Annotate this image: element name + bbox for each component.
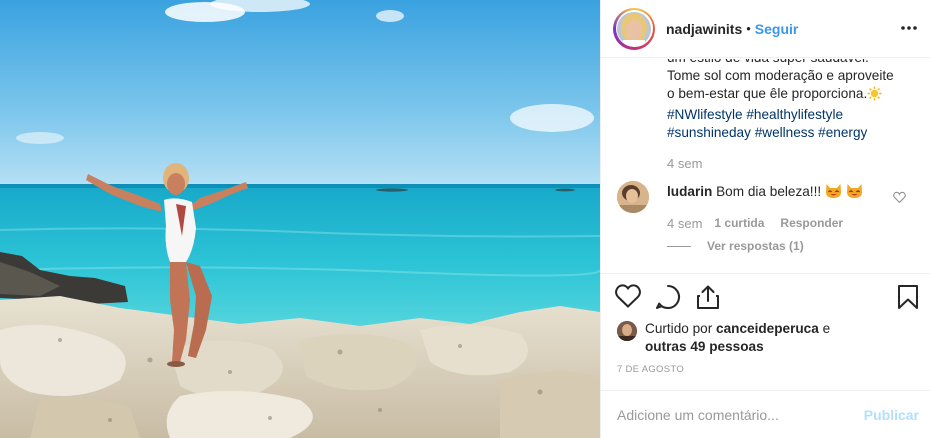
caption-line-2: o bem-estar que êle proporciona. <box>667 85 917 106</box>
caption-timestamp[interactable]: 4 sem <box>667 156 702 171</box>
hashtag-link[interactable]: #healthylifestyle <box>746 107 843 122</box>
other-likers-link[interactable]: outras 49 pessoas <box>645 339 764 354</box>
liked-by-prefix: Curtido por <box>645 321 713 336</box>
smiling-cat-emoji-icon <box>846 183 863 202</box>
author-username[interactable]: nadjawinits <box>666 21 742 37</box>
comment-bubble-icon[interactable] <box>655 284 683 312</box>
reply-button[interactable]: Responder <box>780 216 843 231</box>
caption-line-top: um estilo de vida super saudável. <box>667 59 917 67</box>
beach-photo-image <box>0 0 600 438</box>
liked-by-text: Curtido por canceideperuca e outras 49 p… <box>645 320 875 356</box>
post-side-panel: nadjawinits • Seguir um estilo de vida s… <box>600 0 930 438</box>
caption-line-1: Tome sol com moderação e aproveite <box>667 68 894 83</box>
sun-emoji-icon <box>867 86 882 106</box>
liked-by-connector: e <box>822 321 831 336</box>
liker-avatar[interactable] <box>617 321 637 341</box>
comment-likes-count[interactable]: 1 curtida <box>714 216 764 231</box>
comment-meta: 4 sem 1 curtida Responder <box>667 216 843 231</box>
follow-button[interactable]: Seguir <box>755 21 799 37</box>
liker-avatar-image <box>617 321 637 341</box>
post-caption: um estilo de vida super saudável. Tome s… <box>667 59 917 142</box>
commenter-username[interactable]: ludarin <box>667 184 712 199</box>
more-options-icon[interactable] <box>899 18 919 38</box>
bookmark-save-icon[interactable] <box>897 284 925 312</box>
comment-text: Bom dia beleza!!! <box>716 184 822 199</box>
like-heart-icon[interactable] <box>615 284 643 312</box>
view-replies-label: Ver respostas (1) <box>707 239 804 253</box>
post-header: nadjawinits • Seguir <box>601 0 930 58</box>
caption-hashtags-line-1: #NWlifestyle #healthylifestyle <box>667 106 917 124</box>
hashtag-link[interactable]: #wellness <box>755 125 815 140</box>
comment-like-heart-icon[interactable] <box>893 190 907 204</box>
post-date[interactable]: 7 DE AGOSTO <box>617 364 684 375</box>
comments-list[interactable]: um estilo de vida super saudável. Tome s… <box>601 59 930 274</box>
commenter-avatar[interactable] <box>617 181 649 213</box>
add-comment-bar: Publicar <box>601 390 930 438</box>
header-separator: • <box>746 21 751 36</box>
liker-username[interactable]: canceideperuca <box>716 321 819 336</box>
hashtag-link[interactable]: #NWlifestyle <box>667 107 743 122</box>
author-avatar[interactable] <box>613 7 655 50</box>
hashtag-link[interactable]: #sunshineday <box>667 125 751 140</box>
liked-by-section: Curtido por canceideperuca e outras 49 p… <box>617 320 875 356</box>
view-replies-button[interactable]: Ver respostas (1) <box>667 239 804 253</box>
comment-timestamp[interactable]: 4 sem <box>667 216 702 231</box>
publish-button[interactable]: Publicar <box>864 407 919 423</box>
share-upload-icon[interactable] <box>695 284 723 312</box>
commenter-avatar-image <box>617 181 649 213</box>
comment-input[interactable] <box>617 406 847 423</box>
post-actions <box>601 284 930 314</box>
smiling-cat-emoji-icon <box>825 183 842 202</box>
post-photo[interactable] <box>0 0 600 438</box>
replies-divider-line <box>667 245 691 247</box>
caption-hashtags-line-2: #sunshineday #wellness #energy <box>667 124 917 142</box>
hashtag-link[interactable]: #energy <box>818 125 867 140</box>
comment-body: ludarin Bom dia beleza!!! <box>667 183 863 202</box>
author-avatar-image <box>617 11 651 46</box>
